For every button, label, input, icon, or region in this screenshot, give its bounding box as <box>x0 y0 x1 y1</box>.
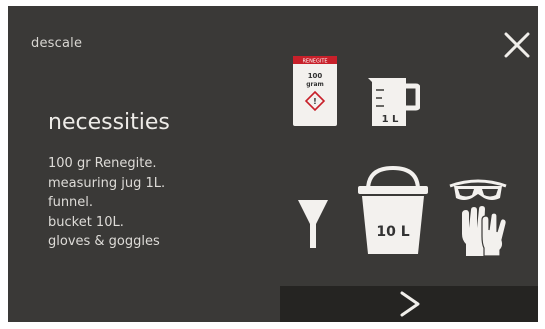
chevron-right-icon <box>400 291 420 317</box>
bucket-label: 10 L <box>376 224 409 240</box>
svg-text:100: 100 <box>308 72 323 80</box>
goggles-icon <box>448 178 508 204</box>
list-item: measuring jug 1L. <box>48 175 166 191</box>
jug-label: 1 L <box>382 114 399 125</box>
list-item: funnel. <box>48 195 94 210</box>
close-button[interactable] <box>502 30 532 60</box>
svg-text:gram: gram <box>306 81 324 88</box>
next-button[interactable] <box>280 286 538 322</box>
list-item: gloves & goggles <box>48 234 160 249</box>
measuring-jug-icon: 1 L <box>368 72 420 130</box>
descale-screen: descale necessities 100 gr Renegite. mea… <box>8 6 538 322</box>
renegite-package-icon: RENEGITE 100 gram ! <box>291 54 339 128</box>
necessities-list: 100 gr Renegite. measuring jug 1L. funne… <box>48 154 165 252</box>
svg-text:!: ! <box>313 97 317 106</box>
package-brand-text: RENEGITE <box>302 59 327 65</box>
funnel-icon <box>296 196 330 250</box>
list-item: 100 gr Renegite. <box>48 156 157 171</box>
page-heading: necessities <box>48 110 170 135</box>
screen-title: descale <box>31 36 83 51</box>
bucket-icon: 10 L <box>356 166 430 256</box>
close-icon <box>504 32 530 58</box>
list-item: bucket 10L. <box>48 214 124 230</box>
gloves-icon <box>458 206 508 258</box>
